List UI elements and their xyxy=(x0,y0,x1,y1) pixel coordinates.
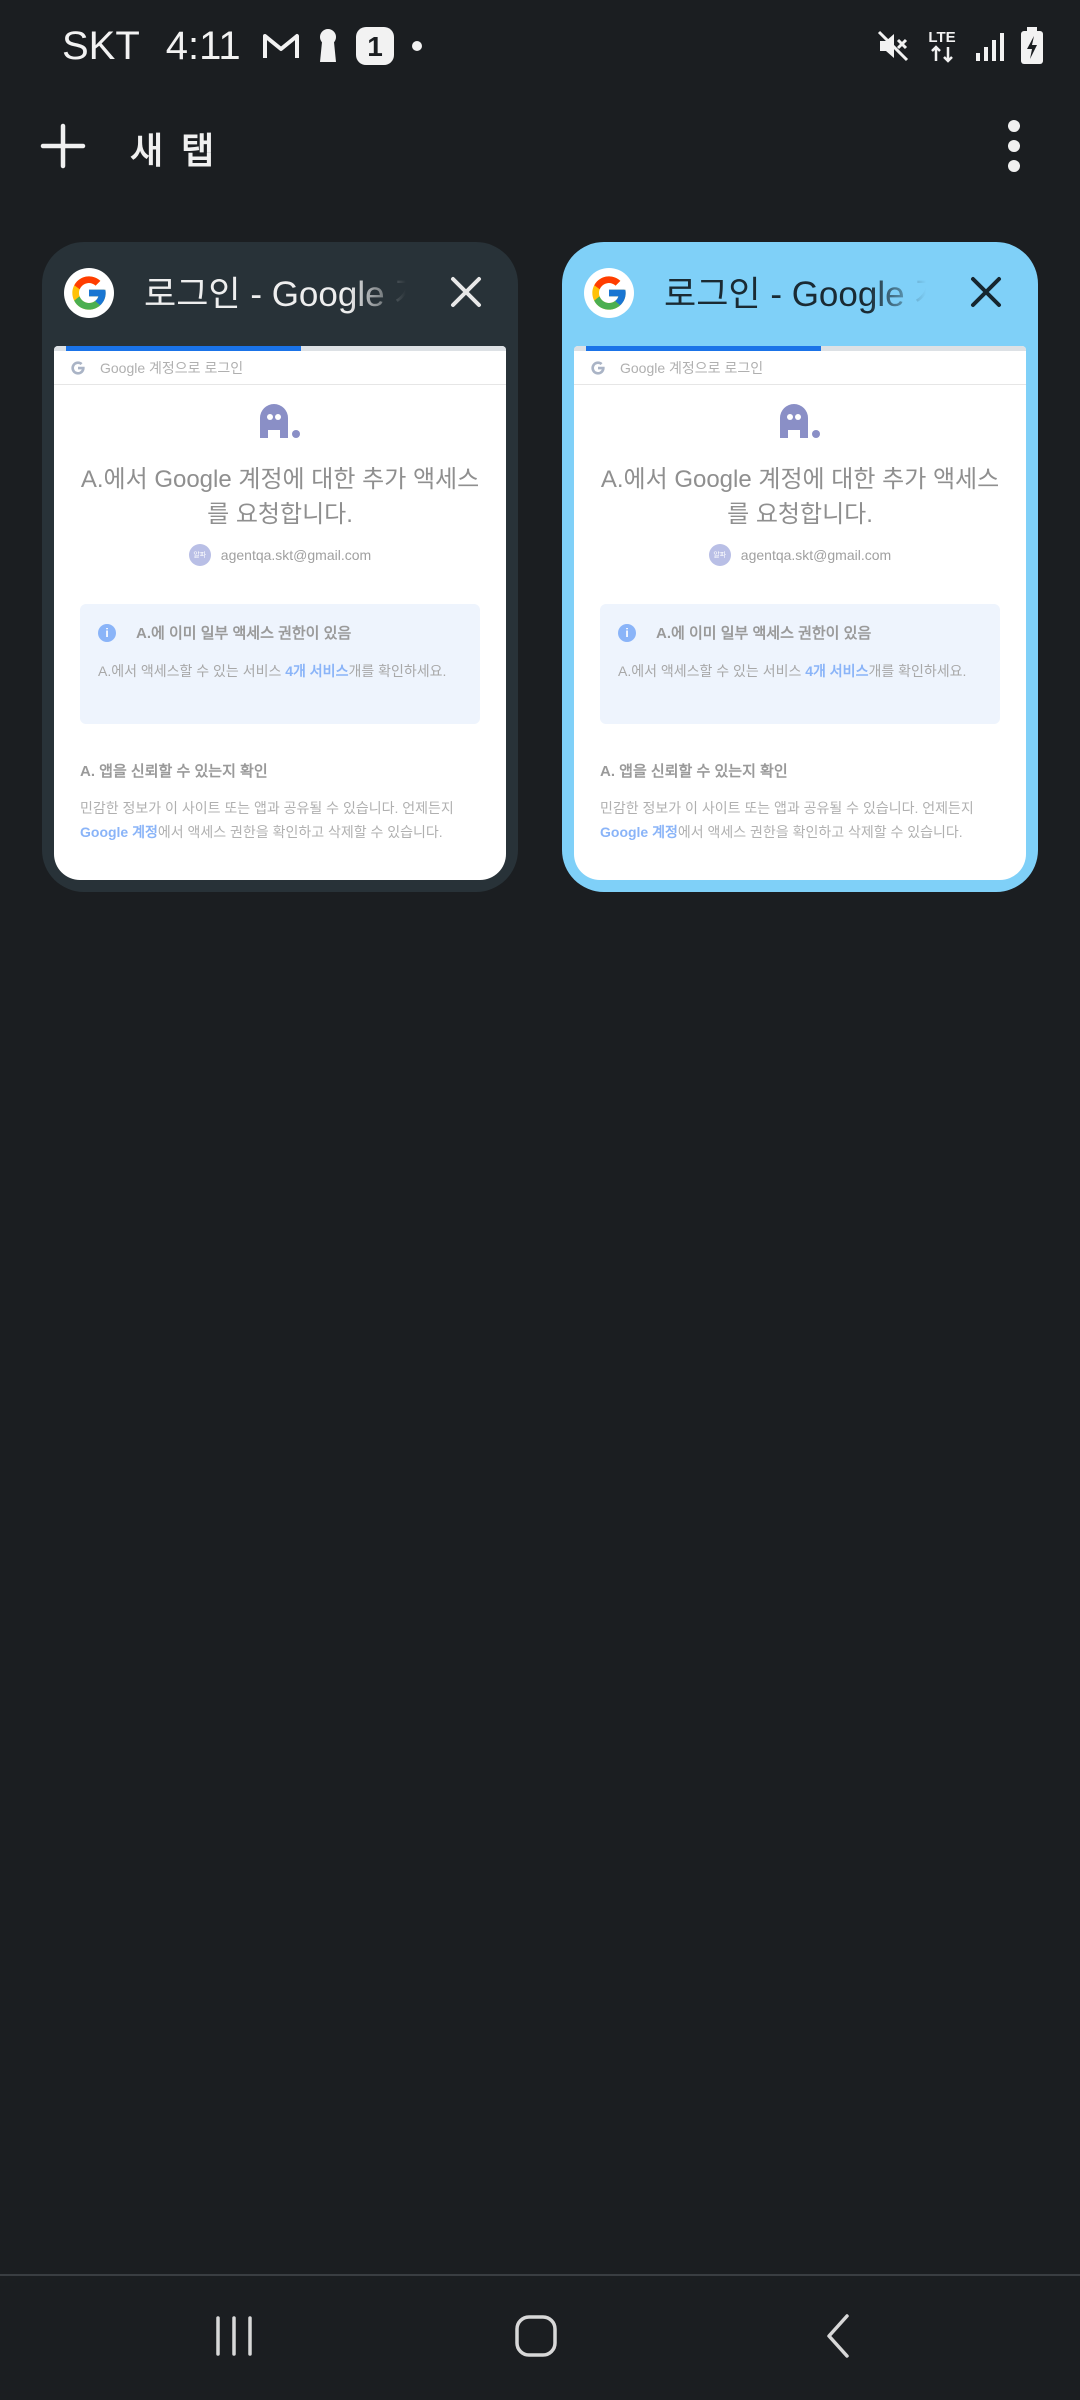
info-body-text: A.에서 액세스할 수 있는 서비스 xyxy=(618,663,806,679)
home-button[interactable] xyxy=(466,2276,606,2400)
account-chip: 알파 agentqa.skt@gmail.com xyxy=(574,544,1026,566)
account-email: agentqa.skt@gmail.com xyxy=(740,547,892,563)
avatar: 알파 xyxy=(188,544,211,566)
google-account-link: Google 계정 xyxy=(80,824,158,840)
back-button[interactable] xyxy=(768,2276,908,2400)
mute-icon xyxy=(876,29,910,63)
status-bar-left: SKT 4:11 1 xyxy=(62,18,439,74)
page-load-progress xyxy=(574,346,1026,351)
trust-body: 민감한 정보가 이 사이트 또는 앱과 공유될 수 있습니다. 언제든지 Goo… xyxy=(80,796,484,844)
trust-body-text: 민감한 정보가 이 사이트 또는 앱과 공유될 수 있습니다. 언제든지 xyxy=(600,800,974,816)
app-logo-icon xyxy=(256,402,302,445)
preview-header-text: Google 계정으로 로그인 xyxy=(100,360,244,376)
tab-preview: Google 계정으로 로그인 A.에서 Google 계정에 대한 추가 액세… xyxy=(574,346,1026,880)
services-link: 4개 서비스 xyxy=(285,663,349,679)
preview-header-text: Google 계정으로 로그인 xyxy=(620,360,764,376)
info-title: A.에 이미 일부 액세스 권한이 있음 xyxy=(136,625,352,642)
tab-preview: Google 계정으로 로그인 A.에서 Google 계정에 대한 추가 액세… xyxy=(54,346,506,880)
gmail-icon xyxy=(261,30,301,62)
tab-card-header: 로그인 - Google 계정 xyxy=(42,242,518,346)
info-icon: i xyxy=(618,624,636,642)
info-body-text: A.에서 액세스할 수 있는 서비스 xyxy=(98,663,286,679)
page-load-progress-fill xyxy=(586,346,821,351)
tab-title: 로그인 - Google 계정 xyxy=(664,275,926,314)
tab-card[interactable]: 로그인 - Google 계정 Google 계정으로 로그인 xyxy=(42,242,518,892)
google-favicon-icon xyxy=(64,268,114,318)
info-body: A.에서 액세스할 수 있는 서비스 4개 서비스개를 확인하세요. xyxy=(618,660,990,682)
close-tab-button[interactable] xyxy=(438,266,494,322)
close-icon xyxy=(970,276,1002,313)
new-tab-button[interactable]: 새 탭 xyxy=(40,110,218,186)
info-box: i A.에 이미 일부 액세스 권한이 있음 A.에서 액세스할 수 있는 서비… xyxy=(80,604,480,724)
info-body-text-end: 개를 확인하세요. xyxy=(348,663,447,679)
app-logo-icon xyxy=(776,402,822,445)
account-email: agentqa.skt@gmail.com xyxy=(220,547,372,563)
trust-body-text-end: 에서 액세스 권한을 확인하고 삭제할 수 있습니다. xyxy=(157,824,443,840)
signal-icon xyxy=(974,31,1006,61)
tab-card-header: 로그인 - Google 계정 xyxy=(562,242,1038,346)
page-load-progress-fill xyxy=(66,346,301,351)
more-options-button[interactable] xyxy=(982,110,1046,186)
google-account-link: Google 계정 xyxy=(600,824,678,840)
google-favicon-icon xyxy=(584,268,634,318)
home-icon xyxy=(514,2314,558,2363)
trust-body-text-end: 에서 액세스 권한을 확인하고 삭제할 수 있습니다. xyxy=(677,824,963,840)
info-icon: i xyxy=(98,624,116,642)
battery-charging-icon xyxy=(1020,27,1044,65)
plus-icon xyxy=(40,123,86,174)
preview-heading: A.에서 Google 계정에 대한 추가 액세스를 요청합니다. xyxy=(80,466,480,528)
avatar: 알파 xyxy=(708,544,731,566)
status-bar: SKT 4:11 1 LTE xyxy=(0,0,1080,92)
close-icon xyxy=(450,276,482,313)
notification-count-text: 1 xyxy=(367,31,383,62)
trust-title: A. 앱을 신뢰할 수 있는지 확인 xyxy=(80,763,268,780)
notification-count-badge: 1 xyxy=(355,26,395,66)
info-title: A.에 이미 일부 액세스 권한이 있음 xyxy=(656,625,872,642)
page-load-progress xyxy=(54,346,506,351)
info-box: i A.에 이미 일부 액세스 권한이 있음 A.에서 액세스할 수 있는 서비… xyxy=(600,604,1000,724)
dot-icon xyxy=(411,40,423,52)
info-body-text-end: 개를 확인하세요. xyxy=(868,663,967,679)
recents-button[interactable] xyxy=(164,2276,304,2400)
account-chip: 알파 agentqa.skt@gmail.com xyxy=(54,544,506,566)
back-icon xyxy=(823,2312,853,2365)
trust-title: A. 앱을 신뢰할 수 있는지 확인 xyxy=(600,763,788,780)
services-link: 4개 서비스 xyxy=(805,663,869,679)
new-tab-label: 새 탭 xyxy=(130,130,219,171)
tab-card-selected[interactable]: 로그인 - Google 계정 Google 계정으로 로그인 xyxy=(562,242,1038,892)
more-vert-icon xyxy=(1006,119,1022,177)
preview-heading: A.에서 Google 계정에 대한 추가 액세스를 요청합니다. xyxy=(600,466,1000,528)
trust-body: 민감한 정보가 이 사이트 또는 앱과 공유될 수 있습니다. 언제든지 Goo… xyxy=(600,796,1004,844)
recents-icon xyxy=(212,2314,256,2363)
trust-body-text: 민감한 정보가 이 사이트 또는 앱과 공유될 수 있습니다. 언제든지 xyxy=(80,800,454,816)
tab-switcher-toolbar: 새 탭 xyxy=(0,110,1080,186)
info-body: A.에서 액세스할 수 있는 서비스 4개 서비스개를 확인하세요. xyxy=(98,660,470,682)
google-mini-icon xyxy=(590,360,606,381)
google-mini-icon xyxy=(70,360,86,381)
carrier-name: SKT xyxy=(62,23,140,68)
close-tab-button[interactable] xyxy=(958,266,1014,322)
keyhole-icon xyxy=(317,28,339,64)
preview-header: Google 계정으로 로그인 xyxy=(574,354,1026,385)
navigation-bar xyxy=(0,2276,1080,2400)
tab-title: 로그인 - Google 계정 xyxy=(144,275,406,314)
clock: 4:11 xyxy=(165,23,241,68)
lte-label: LTE xyxy=(928,29,955,46)
status-bar-right: LTE xyxy=(862,20,1044,72)
lte-icon: LTE xyxy=(924,27,960,65)
preview-header: Google 계정으로 로그인 xyxy=(54,354,506,385)
